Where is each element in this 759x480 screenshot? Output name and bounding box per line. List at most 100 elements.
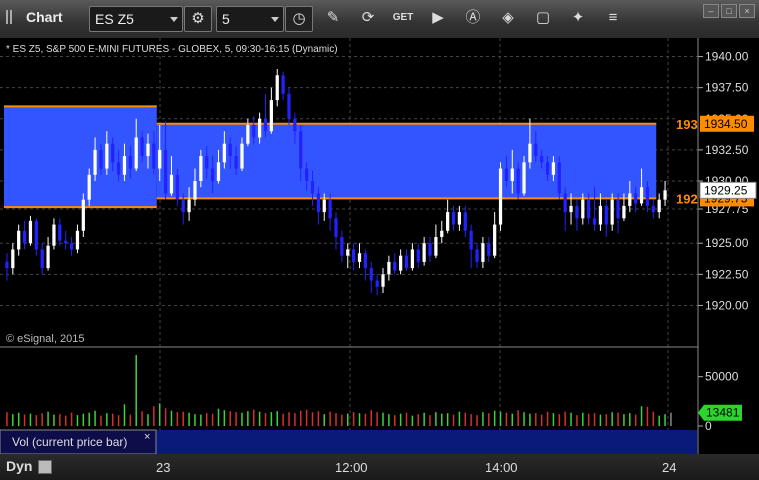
candle-body [187,199,191,213]
candle-body [140,137,144,157]
level-tag-top-value: 1934.50 [704,117,748,131]
candle-body [639,187,644,204]
candle-body [46,245,50,269]
lock-icon[interactable] [38,460,52,474]
candle-body [193,181,197,200]
candle-body [446,212,450,231]
y-tick-label: 1925.00 [705,236,749,250]
minimize-icon[interactable]: – [703,4,719,18]
candle-body [657,199,661,213]
candle-body [410,249,415,269]
candle-body [216,162,221,181]
y-tick-label: 1940.00 [705,50,749,64]
dyn-toggle[interactable]: Dyn [6,458,32,474]
candle-body [381,274,385,287]
tag-icon[interactable]: ◈ [495,6,521,30]
volume-tick-label: 50000 [705,370,739,384]
time-axis: Dyn 23 12:00 14:00 24 [0,454,759,480]
candle-body [534,143,538,157]
y-tick-label: 1922.50 [705,267,749,281]
watermark: © eSignal, 2015 [6,333,84,345]
candle-body [69,243,74,250]
candle-body [504,168,509,181]
candle-body [40,249,44,269]
candle-body [357,253,362,262]
maximize-icon[interactable]: □ [721,4,737,18]
play-icon[interactable]: ▶ [425,6,451,30]
candle-body [334,218,338,237]
candle-body [105,143,109,169]
candle-body [487,243,491,256]
chevron-down-icon[interactable] [271,17,279,22]
candle-body [316,193,320,213]
candle-body [205,156,209,169]
y-tick-label: 1920.00 [705,298,749,312]
candle-body [163,149,168,194]
x-tick-label: 24 [662,460,677,475]
candle-body [305,168,309,181]
symbol-value: ES Z5 [95,11,134,27]
candle-body [64,240,68,244]
pencil-icon[interactable]: ✎ [320,6,346,30]
candle-body [75,230,80,250]
candle-body [11,249,15,269]
candle-body [469,230,473,250]
candle-body [158,149,162,169]
get-icon[interactable]: GET [390,6,416,30]
level-tag-top-short: 193 [676,117,698,132]
volume-legend-label: Vol (current price bar) [12,435,127,449]
y-tick-label: 1932.50 [705,143,749,157]
x-tick-label: 23 [156,460,171,475]
candle-body [169,174,174,194]
candle-body [152,143,156,169]
candle-body [363,253,367,269]
last-price-value: 1929.25 [704,183,748,197]
candle-body [116,162,121,175]
candle-body [122,156,127,175]
alert-icon[interactable]: Ⓐ [460,6,486,30]
candle-body [111,143,115,163]
volume-last-value: 13481 [706,406,740,420]
refresh-icon[interactable]: ⟳ [355,6,381,30]
level-tag-bottom-short: 192 [676,191,698,206]
candle-body [222,143,226,163]
chart-background [0,38,759,480]
chevron-down-icon[interactable] [170,17,178,22]
candle-body [346,249,350,256]
volume-tick-label: 0 [705,419,712,433]
symbol-input[interactable]: ES Z5 [89,6,183,32]
candle-body [616,199,620,219]
candle-body [17,230,21,250]
level-zone [156,123,657,199]
interval-input[interactable]: 5 [216,6,284,32]
candle-body [134,137,138,169]
candle-body [540,156,544,163]
candle-body [651,205,655,213]
chart-canvas[interactable]: * ES Z5, S&P 500 E-MINI FUTURES - GLOBEX… [0,38,759,480]
candle-body [551,162,556,175]
candle-body [575,205,579,219]
candle-body [34,220,38,250]
clock-icon[interactable]: ◷ [285,6,313,32]
candle-body [275,75,279,101]
settings-gear-icon[interactable]: ⚙ [184,6,212,32]
chat-icon[interactable]: ▢ [530,6,556,30]
close-icon[interactable]: × [144,431,150,443]
menu-icon[interactable]: ≡ [600,6,626,30]
candle-body [557,162,561,194]
interval-value: 5 [222,11,230,27]
candle-body [440,230,444,237]
candle-body [281,75,285,94]
candle-body [99,149,103,169]
candle-body [404,255,409,269]
candle-body [234,156,238,169]
twitter-icon[interactable]: ✦ [565,6,591,30]
candle-body [240,143,244,169]
candle-body [434,237,438,256]
candle-body [516,168,520,194]
close-icon[interactable]: × [739,4,755,18]
x-tick-label: 12:00 [335,460,368,475]
candle-body [263,118,268,132]
grip-icon[interactable] [6,10,20,26]
candle-body [622,205,626,219]
